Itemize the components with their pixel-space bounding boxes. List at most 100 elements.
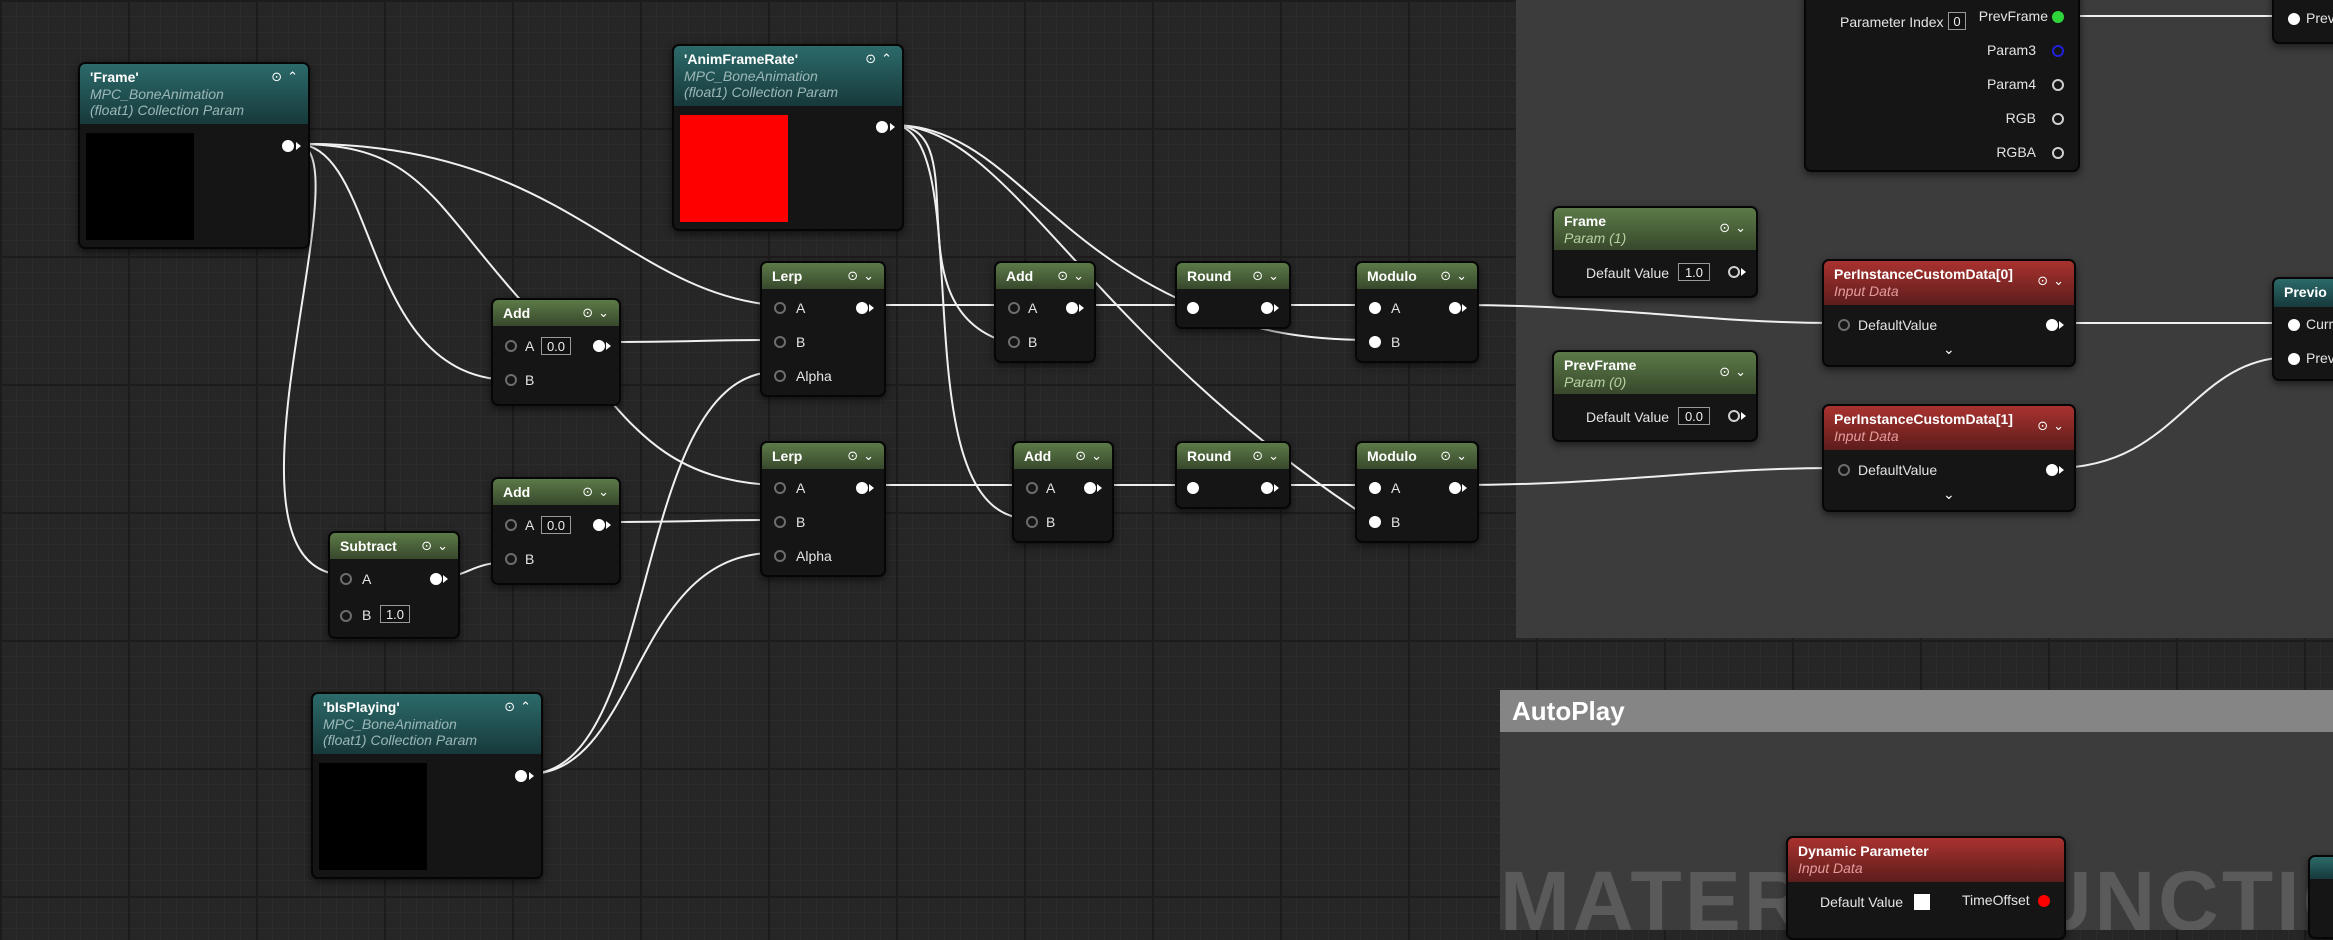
input-pin-prev[interactable] [2288, 13, 2300, 25]
preview-toggle-icon[interactable]: ⊙ [847, 448, 858, 464]
chevron-down-icon[interactable]: ⌄ [2053, 418, 2064, 434]
node-param-prev-frame[interactable]: PrevFrame Param (0) ⊙ ⌄ Default Value 0.0 [1552, 350, 1758, 442]
chevron-down-icon[interactable]: ⌄ [1268, 268, 1279, 284]
preview-toggle-icon[interactable]: ⊙ [1057, 268, 1068, 284]
preview-toggle-icon[interactable]: ⊙ [1440, 448, 1451, 464]
input-pin-a[interactable] [1369, 302, 1381, 314]
chevron-down-icon[interactable]: ⌄ [863, 448, 874, 464]
preview-toggle-icon[interactable]: ⊙ [1252, 448, 1263, 464]
chevron-down-icon[interactable]: ⌄ [598, 484, 609, 500]
output-pin-prev-frame[interactable] [2052, 11, 2064, 23]
parameter-index-input[interactable]: 0 [1948, 12, 1966, 30]
chevron-down-icon[interactable]: ⌄ [1091, 448, 1102, 464]
chevron-down-icon[interactable]: ⌄ [598, 305, 609, 321]
input-pin-a[interactable] [505, 340, 517, 352]
input-pin-default-value[interactable] [1838, 464, 1850, 476]
input-pin-b[interactable] [774, 516, 786, 528]
output-pin-param4[interactable] [2052, 79, 2064, 91]
collapse-chevron-up-icon[interactable]: ⌃ [287, 69, 298, 85]
chevron-down-icon[interactable]: ⌄ [1073, 268, 1084, 284]
output-pin[interactable] [1728, 266, 1740, 278]
node-round-bottom[interactable]: Round ⊙ ⌄ [1175, 441, 1291, 509]
node-modulo-bottom[interactable]: Modulo ⊙ ⌄ A B [1355, 441, 1479, 543]
node-add-bottom[interactable]: Add ⊙ ⌄ A 0.0 B [491, 477, 621, 585]
node-add-second-top[interactable]: Add ⊙ ⌄ A B [994, 261, 1096, 363]
input-pin[interactable] [1187, 302, 1199, 314]
chevron-down-icon[interactable]: ⌄ [2053, 273, 2064, 289]
input-pin-a[interactable] [1369, 482, 1381, 494]
input-pin-a[interactable] [340, 573, 352, 585]
input-pin-b[interactable] [340, 610, 352, 622]
chevron-down-icon[interactable]: ⌄ [1456, 448, 1467, 464]
input-pin-b[interactable] [1008, 336, 1020, 348]
input-pin-b[interactable] [1369, 516, 1381, 528]
output-pin[interactable] [2046, 319, 2058, 331]
output-pin[interactable] [593, 519, 605, 531]
preview-toggle-icon[interactable]: ⊙ [582, 305, 593, 321]
input-pin-b[interactable] [1026, 516, 1038, 528]
output-pin[interactable] [1084, 482, 1096, 494]
preview-toggle-icon[interactable]: ⊙ [504, 699, 515, 715]
output-pin[interactable] [856, 482, 868, 494]
output-pin[interactable] [856, 302, 868, 314]
node-subtract[interactable]: Subtract ⊙ ⌄ A B 1.0 [328, 531, 460, 639]
preview-toggle-icon[interactable]: ⊙ [1252, 268, 1263, 284]
input-pin-prev[interactable] [2288, 353, 2300, 365]
pin-b-value-input[interactable]: 1.0 [380, 605, 410, 623]
node-previous-frame-function[interactable]: Previo Curr Prev [2272, 277, 2333, 381]
input-pin-default-value[interactable] [1838, 319, 1850, 331]
preview-toggle-icon[interactable]: ⊙ [271, 69, 282, 85]
node-dynamic-parameter[interactable]: Dynamic Parameter Input Data Default Val… [1786, 836, 2066, 940]
default-value-color-swatch[interactable] [1914, 894, 1930, 910]
output-pin-rgb[interactable] [2052, 113, 2064, 125]
input-pin-b[interactable] [505, 553, 517, 565]
preview-toggle-icon[interactable]: ⊙ [1440, 268, 1451, 284]
node-per-instance-custom-data-0[interactable]: PerInstanceCustomData[0] Input Data ⊙ ⌄ D… [1822, 259, 2076, 367]
output-pin[interactable] [1728, 410, 1740, 422]
output-pin[interactable] [2046, 464, 2058, 476]
chevron-down-icon[interactable]: ⌄ [1268, 448, 1279, 464]
node-collection-parameter[interactable]: Parameter Index 0 PrevFrame Param3 Param… [1804, 0, 2080, 172]
output-pin[interactable] [876, 121, 888, 133]
input-pin-b[interactable] [505, 374, 517, 386]
node-modulo-top[interactable]: Modulo ⊙ ⌄ A B [1355, 261, 1479, 363]
expand-chevron-down-icon[interactable]: ⌄ [1943, 341, 1955, 358]
chevron-down-icon[interactable]: ⌄ [1735, 364, 1746, 380]
pin-a-value-input[interactable]: 0.0 [541, 337, 571, 355]
chevron-down-icon[interactable]: ⌄ [1456, 268, 1467, 284]
preview-toggle-icon[interactable]: ⊙ [1719, 220, 1730, 236]
input-pin-a[interactable] [1026, 482, 1038, 494]
output-pin[interactable] [593, 340, 605, 352]
node-far-right-bottom[interactable] [2308, 855, 2333, 939]
input-pin-alpha[interactable] [774, 550, 786, 562]
preview-toggle-icon[interactable]: ⊙ [1719, 364, 1730, 380]
preview-toggle-icon[interactable]: ⊙ [582, 484, 593, 500]
input-pin-current[interactable] [2288, 319, 2300, 331]
input-pin-b[interactable] [1369, 336, 1381, 348]
input-pin-a[interactable] [505, 519, 517, 531]
node-far-right-top[interactable]: Prev [2272, 0, 2333, 44]
output-pin[interactable] [1449, 482, 1461, 494]
default-value-input[interactable]: 0.0 [1678, 407, 1710, 425]
chevron-down-icon[interactable]: ⌄ [437, 538, 448, 554]
output-pin[interactable] [1261, 302, 1273, 314]
chevron-down-icon[interactable]: ⌄ [1735, 220, 1746, 236]
preview-toggle-icon[interactable]: ⊙ [421, 538, 432, 554]
collapse-chevron-up-icon[interactable]: ⌃ [881, 51, 892, 67]
node-round-top[interactable]: Round ⊙ ⌄ [1175, 261, 1291, 329]
pin-a-value-input[interactable]: 0.0 [541, 516, 571, 534]
node-lerp-top[interactable]: Lerp ⊙ ⌄ A B Alpha [760, 261, 886, 397]
output-pin[interactable] [1066, 302, 1078, 314]
preview-toggle-icon[interactable]: ⊙ [865, 51, 876, 67]
node-anim-frame-rate-collection-param[interactable]: 'AnimFrameRate' MPC_BoneAnimation (float… [672, 44, 904, 231]
output-pin[interactable] [1261, 482, 1273, 494]
preview-toggle-icon[interactable]: ⊙ [2037, 418, 2048, 434]
output-pin[interactable] [282, 140, 294, 152]
node-add-top[interactable]: Add ⊙ ⌄ A 0.0 B [491, 298, 621, 406]
output-pin-rgba[interactable] [2052, 147, 2064, 159]
expand-chevron-down-icon[interactable]: ⌄ [1943, 486, 1955, 503]
node-frame-collection-param[interactable]: 'Frame' MPC_BoneAnimation (float1) Colle… [78, 62, 310, 249]
output-pin[interactable] [515, 770, 527, 782]
output-pin-param3[interactable] [2052, 45, 2064, 57]
input-pin-b[interactable] [774, 336, 786, 348]
